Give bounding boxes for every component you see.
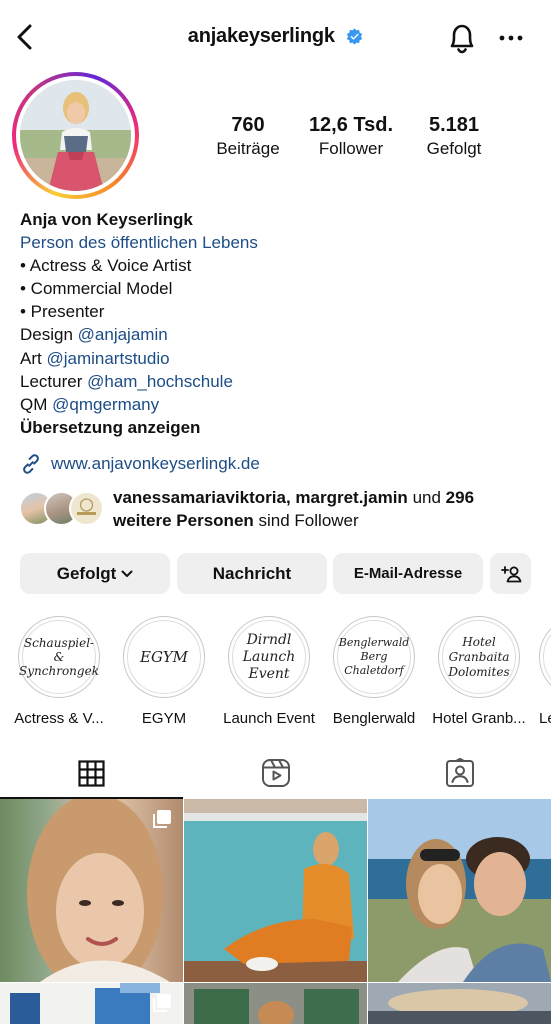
post-photo bbox=[368, 983, 551, 1024]
tab-tagged[interactable] bbox=[368, 748, 551, 798]
profile-category[interactable]: Person des öffentlichen Lebens bbox=[20, 231, 540, 254]
highlight-cover-text: Dirndl Launch Event bbox=[232, 620, 306, 694]
mention-link[interactable]: @qmgermany bbox=[52, 395, 159, 414]
bio-line: • Actress & Voice Artist bbox=[20, 256, 192, 276]
avatar-story-ring[interactable] bbox=[12, 72, 139, 199]
highlight-cover: Hotel Granbaita Dolomites bbox=[438, 616, 520, 698]
stat-following-value: 5.181 bbox=[428, 114, 480, 136]
following-label: Gefolgt bbox=[56, 563, 117, 583]
credit-label: Art bbox=[20, 348, 42, 368]
message-button[interactable]: Nachricht bbox=[177, 553, 327, 594]
mutual-followers-text[interactable]: vanessamariaviktoria, margret.jamin und … bbox=[113, 486, 543, 532]
more-icon[interactable] bbox=[497, 26, 525, 50]
mutual-more: weitere Personen bbox=[113, 511, 254, 530]
highlight-label: Actress & V... bbox=[14, 710, 104, 727]
multi-post-icon bbox=[153, 994, 171, 1012]
bio-line: • Commercial Model bbox=[20, 279, 173, 299]
highlight-cover: Schauspiel- & Synchrongek bbox=[18, 616, 100, 698]
chevron-down-icon bbox=[121, 570, 133, 577]
grid-post[interactable] bbox=[0, 799, 183, 982]
and-word: und bbox=[412, 488, 441, 507]
mutual-count: 296 bbox=[445, 488, 475, 507]
highlight-cover bbox=[539, 616, 551, 698]
translate-link[interactable]: Übersetzung anzeigen bbox=[20, 416, 540, 439]
add-user-icon bbox=[500, 565, 521, 582]
mention-link[interactable]: @anjajamin bbox=[78, 325, 168, 344]
mutual-followers-avatars[interactable] bbox=[19, 489, 105, 529]
profile-bio: Anja von Keyserlingk Person des öffentli… bbox=[20, 208, 540, 439]
highlight-item[interactable]: Dirndl Launch Event Launch Event bbox=[223, 616, 315, 727]
tab-posts[interactable] bbox=[0, 748, 183, 798]
highlight-label: EGYM bbox=[141, 710, 187, 727]
stat-followers-label: Follower bbox=[318, 139, 384, 158]
highlight-cover: Benglerwald Berg Chaletdorf bbox=[333, 616, 415, 698]
post-photo bbox=[184, 983, 367, 1024]
grid-post[interactable] bbox=[0, 983, 183, 1024]
following-button[interactable]: Gefolgt bbox=[20, 553, 170, 594]
mention-link[interactable]: @ham_hochschule bbox=[87, 372, 233, 391]
highlight-label: Hotel Granb... bbox=[432, 710, 526, 727]
website-url: www.anjavonkeyserlingk.de bbox=[51, 454, 260, 473]
post-photo bbox=[368, 799, 551, 982]
profile-name: Anja von Keyserlingk bbox=[20, 210, 193, 229]
credit-line: QM @qmgermany bbox=[20, 393, 540, 416]
grid-post[interactable] bbox=[368, 799, 551, 982]
stat-following-label: Gefolgt bbox=[426, 139, 482, 158]
post-photo bbox=[184, 799, 367, 982]
verified-badge-icon bbox=[347, 28, 363, 45]
mention-link[interactable]: @jaminartstudio bbox=[46, 349, 169, 368]
credit-line: Art @jaminartstudio bbox=[20, 347, 540, 370]
highlight-item[interactable]: Benglerwald Berg Chaletdorf Benglerwald bbox=[329, 616, 419, 727]
highlight-item[interactable]: Hotel Granbaita Dolomites Hotel Granb... bbox=[432, 616, 526, 727]
highlight-cover: Dirndl Launch Event bbox=[228, 616, 310, 698]
message-label: Nachricht bbox=[212, 563, 292, 583]
stat-followers-value: 12,6 Tsd. bbox=[308, 114, 394, 136]
highlight-cover-text: EGYM bbox=[127, 620, 201, 694]
username-text: anjakeyserlingk bbox=[187, 25, 335, 48]
website-link[interactable]: www.anjavonkeyserlingk.de bbox=[20, 452, 260, 476]
highlight-cover-text: Benglerwald Berg Chaletdorf bbox=[337, 620, 411, 694]
highlight-cover-text: Hotel Granbaita Dolomites bbox=[442, 620, 516, 694]
stat-followers[interactable]: 12,6 Tsd. Follower bbox=[296, 113, 406, 160]
suggested-users-button[interactable] bbox=[490, 553, 531, 594]
bell-icon[interactable] bbox=[444, 20, 480, 56]
avatar-photo bbox=[20, 80, 131, 191]
grid-icon bbox=[78, 759, 105, 787]
grid-post[interactable] bbox=[184, 983, 367, 1024]
stat-posts-value: 760 bbox=[231, 114, 265, 136]
highlight-label: Launch Event bbox=[223, 710, 315, 727]
credit-label: QM bbox=[20, 394, 48, 414]
credit-line: Lecturer @ham_hochschule bbox=[20, 370, 540, 393]
grid-post[interactable] bbox=[368, 983, 551, 1024]
tagged-icon bbox=[445, 758, 474, 787]
highlight-item[interactable]: Schauspiel- & Synchrongek Actress & V... bbox=[14, 616, 104, 727]
reels-icon bbox=[261, 759, 290, 787]
highlight-label: Benglerwald bbox=[332, 710, 416, 727]
mutual-suffix: sind Follower bbox=[258, 511, 359, 530]
credit-label: Lecturer bbox=[20, 371, 83, 391]
highlight-cover-text: Schauspiel- & Synchrongek bbox=[19, 620, 99, 694]
top-bar: anjakeyserlingk bbox=[0, 0, 551, 78]
highlight-cover: EGYM bbox=[123, 616, 205, 698]
email-button[interactable]: E-Mail-Adresse bbox=[333, 553, 483, 594]
credit-line: Design @anjajamin bbox=[20, 323, 540, 346]
mutual-names: vanessamariaviktoria, margret.jamin bbox=[113, 488, 408, 507]
avatar bbox=[16, 76, 135, 195]
highlight-cover-text bbox=[543, 620, 551, 694]
stat-posts-label: Beiträge bbox=[216, 139, 280, 158]
stat-following[interactable]: 5.181 Gefolgt bbox=[399, 113, 509, 160]
highlight-label: Le bbox=[539, 710, 551, 727]
credit-label: Design bbox=[20, 325, 73, 345]
avatar bbox=[69, 491, 104, 526]
highlight-item[interactable]: EGYM EGYM bbox=[119, 616, 209, 727]
email-label: E-Mail-Adresse bbox=[353, 565, 463, 582]
grid-post[interactable] bbox=[184, 799, 367, 982]
link-icon bbox=[23, 454, 39, 474]
stat-posts[interactable]: 760 Beiträge bbox=[193, 113, 303, 160]
highlight-item[interactable]: Le bbox=[539, 616, 551, 727]
bio-line: • Presenter bbox=[20, 302, 105, 322]
tab-reels[interactable] bbox=[184, 748, 367, 798]
multi-post-icon bbox=[153, 810, 171, 828]
